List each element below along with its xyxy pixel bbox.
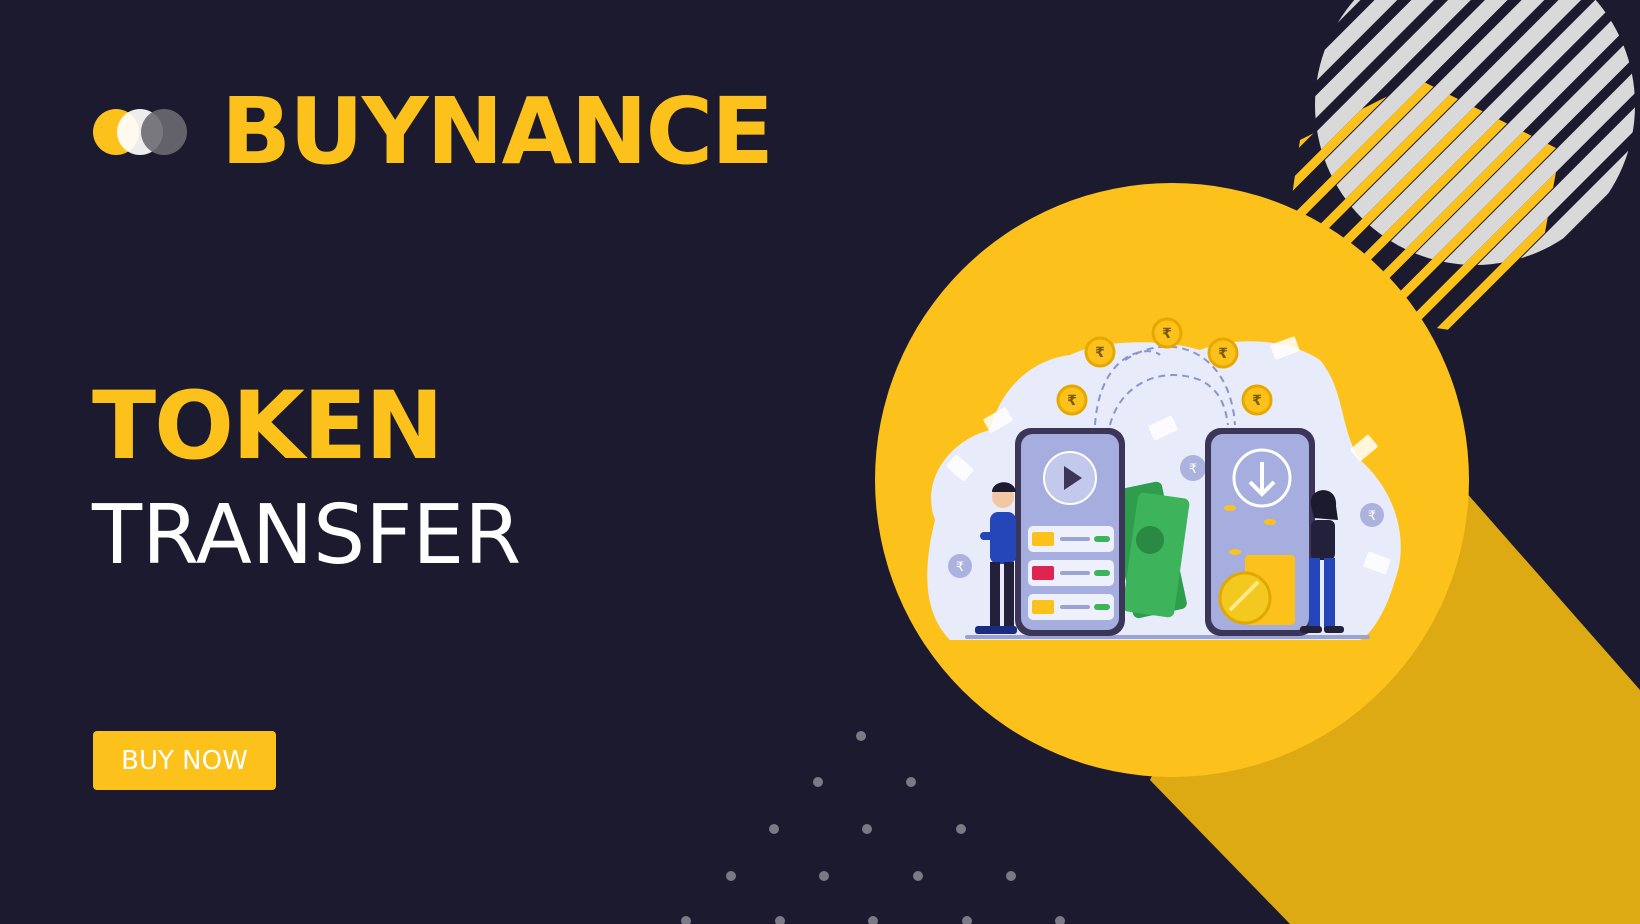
svg-text:₹: ₹ xyxy=(1067,393,1077,409)
svg-text:₹: ₹ xyxy=(1162,326,1172,342)
brand-name: BUYNANCE xyxy=(221,78,774,185)
svg-text:₹: ₹ xyxy=(1368,509,1376,524)
headline-line-2: TRANSFER xyxy=(92,488,522,583)
svg-text:₹: ₹ xyxy=(956,560,964,575)
headline-line-1: TOKEN xyxy=(92,372,444,481)
brand-logo[interactable]: BUYNANCE xyxy=(93,78,774,185)
receiving-phone-illustration xyxy=(1205,428,1315,636)
svg-text:₹: ₹ xyxy=(1252,393,1262,409)
svg-text:₹: ₹ xyxy=(1218,346,1228,362)
svg-text:₹: ₹ xyxy=(1189,462,1197,477)
overlapping-circles-logo-icon xyxy=(93,107,193,157)
dot-grid-decoration xyxy=(681,731,1065,924)
sending-phone-illustration xyxy=(1015,428,1125,636)
buy-now-button[interactable]: BUY NOW xyxy=(93,731,276,790)
svg-text:₹: ₹ xyxy=(1095,345,1105,361)
